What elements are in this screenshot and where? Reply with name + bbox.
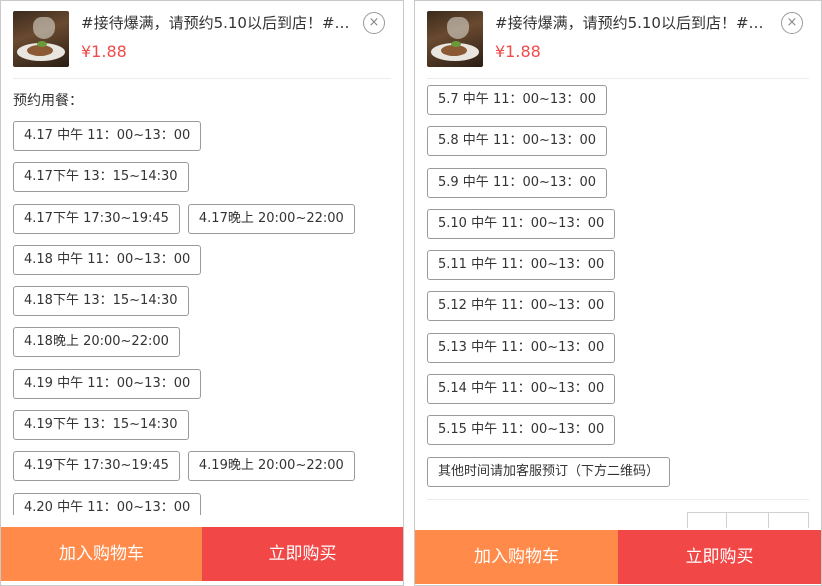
time-slot-option[interactable]: 5.12 中午 11：00~13：00: [427, 291, 616, 322]
option-row: 5.7 中午 11：00~13：00: [427, 85, 813, 115]
product-thumbnail: [427, 11, 483, 67]
option-list: 4.17 中午 11：00~13：00 4.17下午 13：15~14:30 4.1…: [13, 121, 395, 515]
option-row: 5.10 中午 11：00~13：00: [427, 208, 813, 239]
sku-panel-left: #接待爆满，请预约5.10以后到店！#… ¥1.88 × 预约用餐： 4.17 …: [0, 0, 404, 586]
product-price: ¥1.88: [81, 42, 127, 61]
time-slot-option[interactable]: 4.17晚上 20:00~22:00: [187, 203, 355, 234]
decrease-button[interactable]: [687, 512, 727, 528]
option-row: 5.13 中午 11：00~13：00: [427, 332, 813, 363]
time-slot-option[interactable]: 5.15 中午 11：00~13：00: [427, 415, 616, 446]
option-row: 4.17 中午 11：00~13：00: [13, 121, 395, 151]
option-row: 4.17下午 17:30~19:45 4.17晚上 20:00~22:00: [13, 203, 395, 234]
option-row: 5.11 中午 11：00~13：00: [427, 250, 813, 281]
increase-button[interactable]: [769, 512, 809, 528]
time-slot-option[interactable]: 4.17 中午 11：00~13：00: [13, 121, 202, 151]
product-header: #接待爆满，请预约5.10以后到店！#… ¥1.88 ×: [415, 1, 821, 79]
section-label: 预约用餐：: [13, 93, 83, 109]
option-row: 4.18 中午 11：00~13：00: [13, 244, 395, 275]
header-divider: [427, 78, 809, 79]
action-bar: 加入购物车 立即购买: [1, 527, 403, 581]
option-row: 5.9 中午 11：00~13：00: [427, 167, 813, 198]
product-price: ¥1.88: [495, 42, 541, 61]
time-slot-option[interactable]: 5.14 中午 11：00~13：00: [427, 374, 616, 405]
add-to-cart-button[interactable]: 加入购物车: [1, 527, 202, 581]
time-slot-option[interactable]: 4.18 中午 11：00~13：00: [13, 244, 202, 275]
option-row: 5.8 中午 11：00~13：00: [427, 126, 813, 157]
time-slot-option[interactable]: 5.10 中午 11：00~13：00: [427, 208, 616, 239]
option-row: 4.19下午 17:30~19:45 4.19晚上 20:00~22:00: [13, 451, 395, 482]
product-thumbnail: [13, 11, 69, 67]
product-header: #接待爆满，请预约5.10以后到店！#… ¥1.88 ×: [1, 1, 403, 79]
option-row: 5.14 中午 11：00~13：00: [427, 374, 813, 405]
time-slot-option[interactable]: 5.13 中午 11：00~13：00: [427, 332, 616, 363]
option-row: 4.18下午 13：15~14:30: [13, 286, 395, 317]
option-row: 5.15 中午 11：00~13：00: [427, 415, 813, 446]
option-row: 4.18晚上 20:00~22:00: [13, 327, 395, 358]
option-list: 5.7 中午 11：00~13：00 5.8 中午 11：00~13：00 5.9 …: [427, 85, 813, 493]
product-title: #接待爆满，请预约5.10以后到店！#…: [81, 14, 350, 32]
time-slot-option[interactable]: 4.20 中午 11：00~13：00: [13, 492, 202, 515]
header-divider: [13, 78, 391, 79]
option-row: 4.17下午 13：15~14:30: [13, 162, 395, 193]
product-title: #接待爆满，请预约5.10以后到店！#…: [495, 14, 764, 32]
action-bar: 加入购物车 立即购买: [415, 530, 821, 584]
option-row: 4.20 中午 11：00~13：00: [13, 492, 395, 515]
close-icon[interactable]: ×: [781, 12, 803, 34]
add-to-cart-button[interactable]: 加入购物车: [415, 530, 618, 584]
options-divider: [427, 499, 809, 500]
option-row: 5.12 中午 11：00~13：00: [427, 291, 813, 322]
option-row: 其他时间请加客服预订（下方二维码）: [427, 456, 813, 487]
time-slot-option[interactable]: 4.18下午 13：15~14:30: [13, 286, 189, 317]
time-slot-option[interactable]: 4.19晚上 20:00~22:00: [187, 451, 355, 482]
close-icon[interactable]: ×: [363, 12, 385, 34]
quantity-input[interactable]: [727, 512, 769, 528]
time-slot-option[interactable]: 5.8 中午 11：00~13：00: [427, 126, 607, 157]
option-row: 4.19 中午 11：00~13：00: [13, 368, 395, 399]
time-slot-option[interactable]: 4.19下午 13：15~14:30: [13, 410, 189, 441]
time-slot-option[interactable]: 4.17下午 13：15~14:30: [13, 162, 189, 193]
time-slot-option[interactable]: 4.19下午 17:30~19:45: [13, 451, 180, 482]
time-slot-option[interactable]: 其他时间请加客服预订（下方二维码）: [427, 456, 671, 487]
buy-now-button[interactable]: 立即购买: [202, 527, 403, 581]
quantity-stepper[interactable]: [687, 512, 809, 528]
time-slot-option[interactable]: 4.17下午 17:30~19:45: [13, 203, 180, 234]
sku-panel-right: #接待爆满，请预约5.10以后到店！#… ¥1.88 × 5.7 中午 11：0…: [414, 0, 822, 586]
time-slot-option[interactable]: 4.18晚上 20:00~22:00: [13, 327, 180, 358]
option-row: 4.19下午 13：15~14:30: [13, 410, 395, 441]
buy-now-button[interactable]: 立即购买: [618, 530, 821, 584]
time-slot-option[interactable]: 5.7 中午 11：00~13：00: [427, 85, 607, 115]
time-slot-option[interactable]: 4.19 中午 11：00~13：00: [13, 368, 202, 399]
time-slot-option[interactable]: 5.11 中午 11：00~13：00: [427, 250, 616, 281]
time-slot-option[interactable]: 5.9 中午 11：00~13：00: [427, 167, 607, 198]
